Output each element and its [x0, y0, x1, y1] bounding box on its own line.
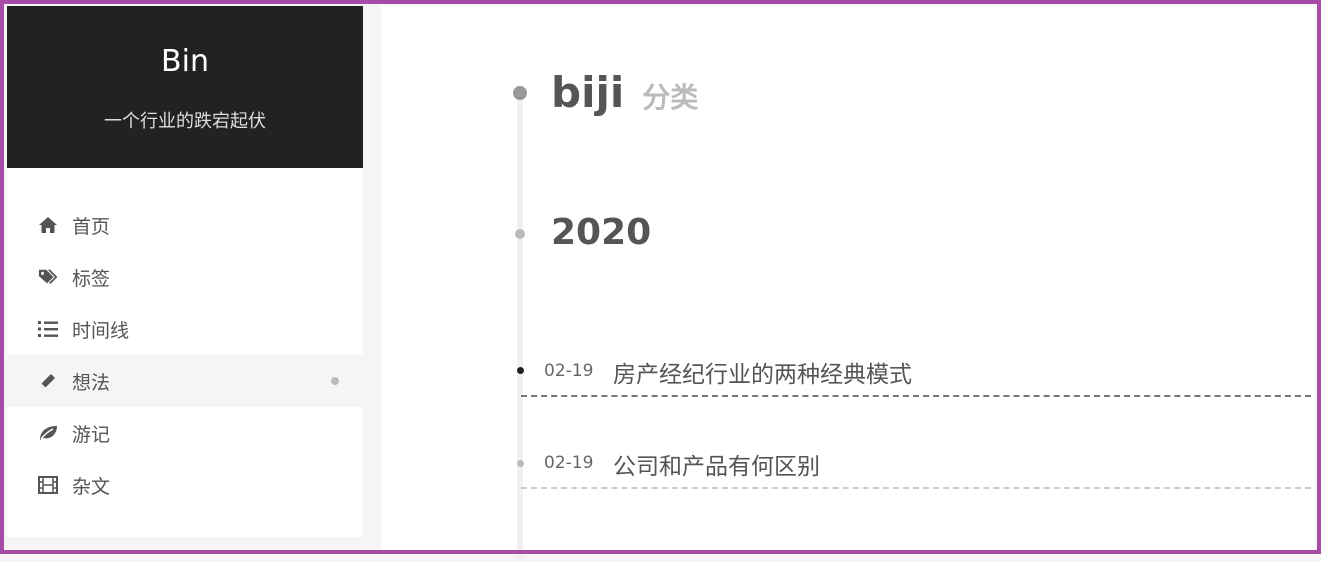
- menu-item-label: 游记: [72, 423, 111, 446]
- menu-item-home[interactable]: 首页: [7, 199, 363, 251]
- menu-item-timeline[interactable]: 时间线: [7, 303, 363, 355]
- category-suffix: 分类: [642, 81, 699, 114]
- post-item[interactable]: 02-19 房产经纪行业的两种经典模式: [521, 355, 1311, 397]
- menu-item-label: 杂文: [72, 475, 111, 498]
- menu-item-label: 想法: [72, 371, 111, 394]
- post-date: 02-19: [544, 453, 594, 473]
- tags-icon: [38, 267, 58, 287]
- post-title-link[interactable]: 房产经纪行业的两种经典模式: [613, 355, 912, 389]
- home-icon: [38, 215, 58, 235]
- post-title-link[interactable]: 公司和产品有何区别: [613, 447, 820, 481]
- leaf-icon: [38, 423, 58, 443]
- site-title[interactable]: Bin: [7, 44, 363, 80]
- main-content: biji 分类 2020 02-19 房产经纪行业的两种经典模式 02-19 公…: [381, 6, 1315, 562]
- timeline-line: [517, 92, 523, 562]
- timeline-category-dot: [513, 86, 527, 100]
- film-icon: [38, 475, 58, 495]
- active-indicator-dot: [331, 377, 339, 385]
- timeline-list-icon: [38, 319, 58, 339]
- sidebar: Bin 一个行业的跌宕起伏 首页 标签 时间线 想法 游记 杂文: [7, 6, 363, 537]
- menu-item-ideas[interactable]: 想法: [7, 355, 363, 407]
- menu-item-travel[interactable]: 游记: [7, 407, 363, 459]
- menu-item-tags[interactable]: 标签: [7, 251, 363, 303]
- category-name: biji: [551, 68, 625, 117]
- menu-item-label: 时间线: [72, 319, 130, 342]
- post-date: 02-19: [544, 361, 594, 381]
- sidebar-menu: 首页 标签 时间线 想法 游记 杂文: [7, 199, 363, 511]
- year-heading: 2020: [551, 212, 652, 253]
- pencil-icon: [38, 371, 58, 391]
- site-brand: Bin 一个行业的跌宕起伏: [7, 6, 363, 168]
- timeline-year-dot: [515, 229, 525, 239]
- category-heading: biji 分类: [551, 68, 698, 117]
- menu-item-essays[interactable]: 杂文: [7, 459, 363, 511]
- menu-item-label: 首页: [72, 215, 111, 238]
- menu-item-label: 标签: [72, 267, 111, 290]
- site-subtitle: 一个行业的跌宕起伏: [104, 111, 266, 132]
- post-item[interactable]: 02-19 公司和产品有何区别: [521, 447, 1311, 489]
